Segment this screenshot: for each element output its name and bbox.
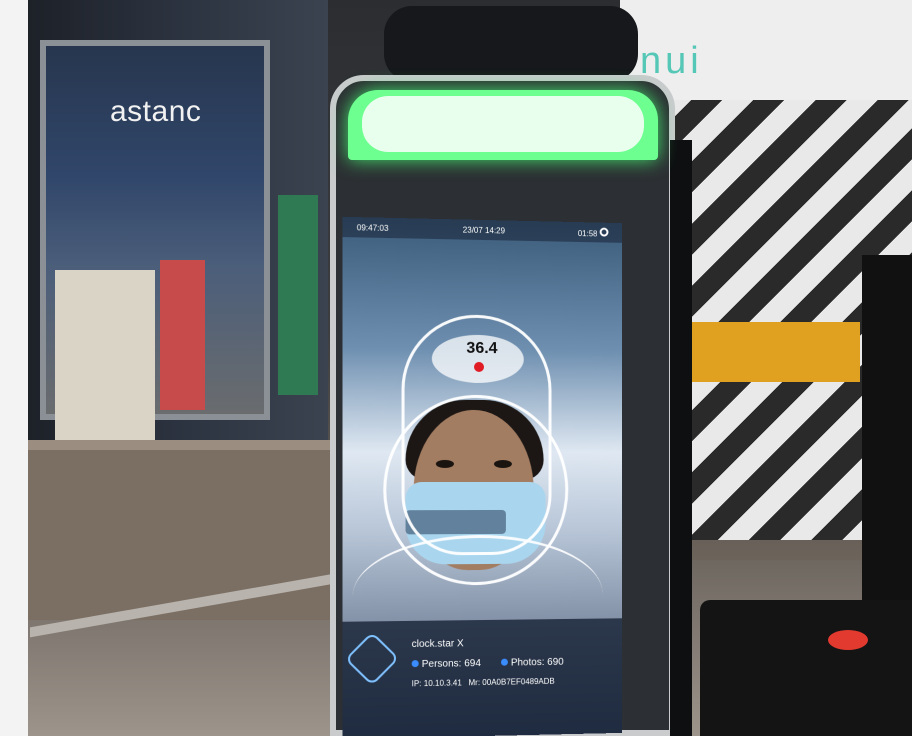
device-name: clock.star X [411,638,464,651]
photos-stat: Photos: 690 [500,656,564,669]
yellow-bar [680,322,860,382]
persons-label: Persons: [421,658,462,671]
kiosk-screen: 09:47:03 23/07 14:29 01:58 36.4 clock.st… [342,216,623,736]
store-sign: astanc [110,95,202,128]
status-center: 23/07 14:29 [462,225,505,235]
scene: astanc nui 09:47:03 23/07 14:29 01:58 36… [0,0,912,736]
temperature-reading: 36.4 [466,339,498,358]
kiosk-side [670,140,692,736]
left-wall [0,0,28,736]
status-left: 09:47:03 [356,222,389,233]
photos-dot-icon [500,658,508,666]
persons-dot-icon [411,660,419,668]
network-info: IP: 10.10.3.41 Mr: 00A0B7EF0489ADB [412,677,555,689]
photos-label: Photos: [510,657,545,669]
mac-label: Mr: [468,678,481,688]
window-poster-red [160,260,205,410]
kiosk-light-core [362,96,644,152]
window-poster [55,270,155,440]
stats-row: Persons: 694 Photos: 690 [411,656,564,671]
settings-icon[interactable] [599,227,609,237]
temperature-dot [474,361,484,372]
status-right-text: 01:58 [577,228,598,238]
screen-info-panel: clock.star X Persons: 694 Photos: 690 IP… [342,618,623,736]
gate-red-light [828,630,868,650]
ip-value: 10.10.3.41 [423,678,462,689]
camera-head [384,6,638,82]
counter [28,450,358,620]
mac-value: 00A0B7EF0489ADB [482,676,555,688]
ip-label: IP: [411,679,422,689]
turnstile-gate [700,600,912,736]
brand-logo-icon [344,631,400,686]
status-right: 01:58 [578,227,609,239]
photos-value: 690 [547,656,564,668]
black-post [862,255,912,600]
persons-stat: Persons: 694 [411,658,481,671]
green-banner [278,195,318,395]
persons-value: 694 [464,658,481,670]
